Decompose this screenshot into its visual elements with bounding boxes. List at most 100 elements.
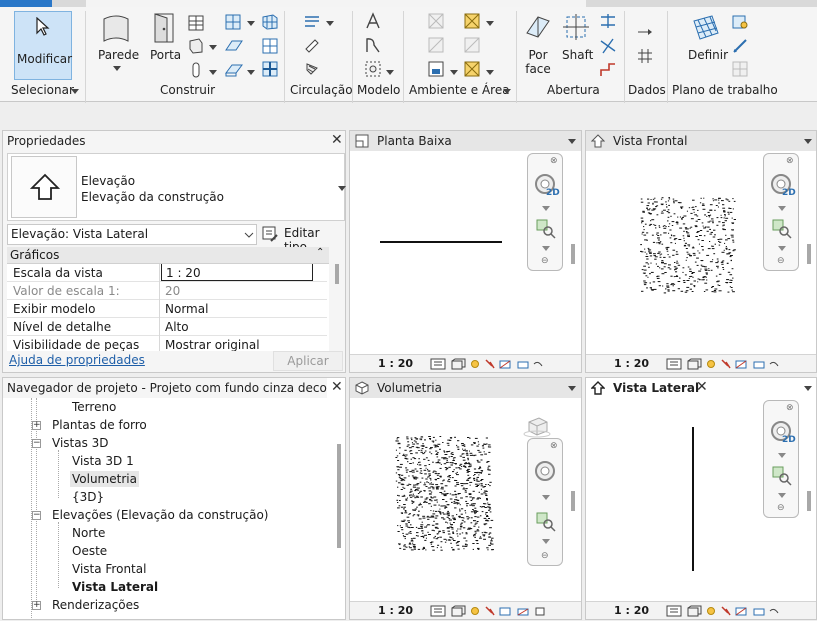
- zoom-region-icon[interactable]: [771, 218, 793, 240]
- railing-icon[interactable]: [303, 13, 321, 31]
- view-scale[interactable]: 1 : 20: [614, 602, 649, 620]
- view-scale[interactable]: 1 : 20: [614, 355, 649, 373]
- minimize-icon[interactable]: ⊖: [777, 503, 785, 513]
- expand-icon[interactable]: +: [32, 601, 41, 610]
- viewcube-icon[interactable]: [523, 416, 551, 438]
- model-line-icon[interactable]: [364, 36, 382, 54]
- room-separator-icon[interactable]: [427, 36, 445, 54]
- chevron-down-icon[interactable]: [542, 539, 550, 544]
- shaft-label[interactable]: Shaft: [562, 48, 593, 62]
- area-dropdown-icon[interactable]: [486, 21, 494, 26]
- ramp-icon[interactable]: [303, 37, 321, 55]
- navigation-bar[interactable]: ⊗ 2D ⊖: [763, 400, 799, 518]
- property-value-input[interactable]: 1 : 20: [161, 264, 313, 281]
- tree-item-vista-3d-1[interactable]: Vista 3D 1: [72, 453, 134, 469]
- chevron-down-icon[interactable]: [778, 453, 786, 458]
- room-tag-icon[interactable]: [427, 60, 445, 78]
- view-scrollbar[interactable]: [571, 491, 575, 511]
- tree-item-volumetria[interactable]: Volumetria: [70, 471, 139, 487]
- show-workplane-icon[interactable]: [731, 13, 749, 31]
- instance-filter-select[interactable]: Elevação: Vista Lateral: [7, 224, 257, 245]
- close-icon[interactable]: ✕: [696, 379, 708, 395]
- property-value[interactable]: Alto: [165, 318, 189, 336]
- curtain-system-icon[interactable]: [261, 13, 279, 31]
- view-scale[interactable]: 1 : 20: [378, 355, 413, 373]
- close-icon[interactable]: ⊗: [786, 156, 794, 166]
- mullion-icon[interactable]: [261, 60, 279, 78]
- section-graphics[interactable]: Gráficos ⌃: [7, 247, 329, 264]
- wall-line[interactable]: [380, 241, 502, 243]
- ref-plane-icon[interactable]: [731, 37, 749, 55]
- tree-item-elevacoes[interactable]: Elevações (Elevação da construção): [52, 507, 269, 523]
- view-tab[interactable]: Planta Baixa: [350, 131, 581, 151]
- property-value[interactable]: Normal: [165, 300, 208, 318]
- set-workplane-icon[interactable]: [690, 13, 722, 43]
- tree-item-plantas-forro[interactable]: Plantas de forro: [52, 417, 147, 433]
- zoom-region-icon[interactable]: [535, 511, 557, 533]
- view-vista-frontal[interactable]: Vista Frontal ⊗ 2D ⊖ 1 : 20: [585, 130, 817, 373]
- tree-item-terreno[interactable]: Terreno: [72, 399, 116, 415]
- browser-scrollbar[interactable]: [337, 444, 341, 548]
- close-icon[interactable]: ✕: [331, 379, 343, 395]
- model-text-icon[interactable]: [364, 12, 382, 30]
- view-scrollbar[interactable]: [571, 244, 575, 264]
- window-icon[interactable]: [187, 14, 205, 32]
- door-label[interactable]: Porta: [150, 48, 181, 62]
- elevation-geometry[interactable]: [640, 197, 736, 295]
- tree-item-renderizacoes[interactable]: Renderizações: [52, 597, 139, 613]
- collapse-icon[interactable]: −: [32, 439, 41, 448]
- area-tag-icon[interactable]: [463, 60, 481, 78]
- wall-line[interactable]: [692, 427, 694, 571]
- select-panel-label[interactable]: Selecionar: [11, 83, 74, 97]
- view-scrollbar[interactable]: [807, 244, 811, 264]
- railing-dropdown-icon[interactable]: [326, 21, 334, 26]
- area-icon[interactable]: [463, 12, 481, 30]
- by-face-icon[interactable]: [524, 13, 552, 41]
- wall-opening-icon[interactable]: [599, 12, 617, 30]
- type-dropdown-icon[interactable]: [338, 186, 346, 191]
- roof-dropdown-icon[interactable]: [247, 21, 255, 26]
- close-icon[interactable]: ⊗: [786, 403, 794, 413]
- wall-icon[interactable]: [101, 13, 131, 45]
- minimize-icon[interactable]: ⊖: [777, 256, 785, 266]
- zoom-region-icon[interactable]: [535, 218, 557, 240]
- chevron-down-icon[interactable]: [778, 206, 786, 211]
- property-row[interactable]: Escala da vista 1 : 20: [7, 264, 327, 282]
- door-icon[interactable]: [152, 12, 176, 44]
- properties-help-link[interactable]: Ajuda de propriedades: [9, 353, 145, 367]
- chevron-down-icon[interactable]: [542, 246, 550, 251]
- steering-wheel-icon[interactable]: [533, 459, 559, 485]
- workplane-viewer-icon[interactable]: [731, 60, 749, 78]
- view-tab[interactable]: Vista Frontal: [586, 131, 816, 151]
- wall-label[interactable]: Parede: [98, 48, 139, 62]
- tab-file[interactable]: [0, 0, 52, 7]
- minimize-icon[interactable]: ⊖: [541, 551, 549, 561]
- navigation-bar[interactable]: ⊗ ⊖: [527, 438, 563, 566]
- column-icon[interactable]: [189, 61, 203, 79]
- tree-item-3d[interactable]: {3D}: [72, 489, 104, 505]
- view-scrollbar[interactable]: [807, 491, 811, 511]
- column-dropdown-icon[interactable]: [209, 70, 217, 75]
- view-planta-baixa[interactable]: Planta Baixa ⊗ 2D ⊖ 1 : 20: [349, 130, 582, 373]
- stair-icon[interactable]: [303, 60, 321, 78]
- type-selector[interactable]: Elevação Elevação da construção: [7, 153, 346, 221]
- tree-item-vista-frontal[interactable]: Vista Frontal: [72, 561, 146, 577]
- chevron-down-icon[interactable]: [542, 206, 550, 211]
- view-vista-lateral[interactable]: Vista Lateral ✕ ⊗ 2D ⊖ 1 : 20: [585, 377, 817, 620]
- room-tag-dropdown-icon[interactable]: [450, 70, 458, 75]
- close-icon[interactable]: ⊗: [550, 441, 558, 451]
- by-face-label[interactable]: Por face: [524, 48, 552, 76]
- shaft-icon[interactable]: [561, 13, 591, 41]
- chevron-down-icon[interactable]: [778, 246, 786, 251]
- set-workplane-label[interactable]: Definir: [688, 48, 728, 62]
- modify-button[interactable]: Modificar: [14, 11, 72, 80]
- view-tab[interactable]: Volumetria: [350, 378, 581, 398]
- curtain-grid-icon[interactable]: [261, 37, 279, 55]
- model-group-icon[interactable]: [364, 60, 384, 78]
- view-scale[interactable]: 1 : 20: [378, 602, 413, 620]
- chevron-down-icon[interactable]: [778, 493, 786, 498]
- tree-item-norte[interactable]: Norte: [72, 525, 105, 541]
- view-menu-icon[interactable]: [568, 386, 576, 391]
- navigation-bar[interactable]: ⊗ 2D ⊖: [527, 153, 563, 271]
- tab-architecture[interactable]: [86, 0, 586, 7]
